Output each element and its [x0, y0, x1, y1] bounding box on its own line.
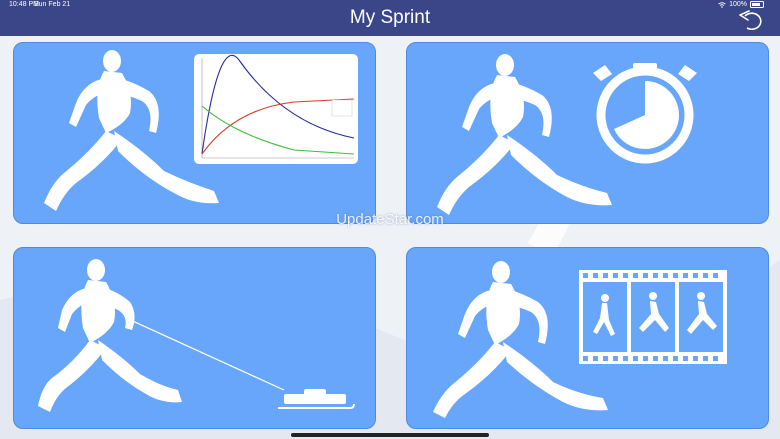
- card-timing[interactable]: [406, 42, 769, 224]
- chart-thumbnail: [194, 54, 358, 164]
- chart-graphic: [201, 54, 355, 159]
- sled-rope: [125, 317, 285, 391]
- watermark-text: UpdateStar.com: [336, 211, 444, 228]
- runner-icon: [38, 259, 355, 412]
- card-resisted-sprint[interactable]: [13, 247, 376, 429]
- wifi-icon: [718, 1, 726, 8]
- card-video-analysis[interactable]: [406, 247, 769, 429]
- card-speed-profile[interactable]: [13, 42, 376, 224]
- runner-icon: [433, 261, 727, 418]
- page-title: My Sprint: [349, 7, 431, 28]
- status-bar: 10:48 PM Sun Feb 21 100%: [0, 0, 780, 10]
- stopwatch-icon: [593, 63, 697, 164]
- filmstrip-icon: [579, 270, 727, 364]
- status-right: 100%: [718, 1, 764, 8]
- home-indicator[interactable]: [291, 433, 489, 437]
- status-date: Sun Feb 21: [34, 1, 71, 8]
- runner-icon: [437, 54, 697, 215]
- back-arrow-icon[interactable]: [738, 6, 768, 34]
- sled-icon: [278, 389, 355, 409]
- battery-icon: [750, 1, 764, 8]
- battery-percent: 100%: [729, 1, 747, 8]
